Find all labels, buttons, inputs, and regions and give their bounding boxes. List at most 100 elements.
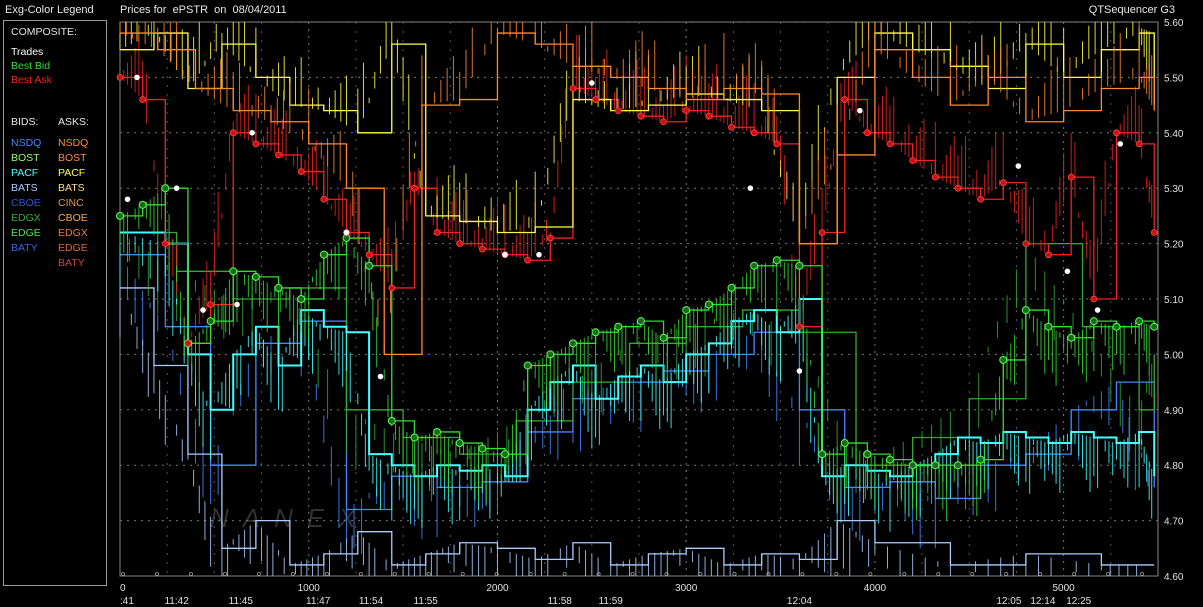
best-ask-point (909, 157, 917, 164)
best-ask-point (433, 229, 441, 236)
best-ask-point (660, 118, 667, 126)
x-tick-label: 1000 (298, 583, 321, 594)
best-bid-point (908, 461, 917, 470)
best-ask-point (1022, 240, 1030, 248)
best-ask-point (886, 140, 894, 148)
best-bid-point (433, 427, 442, 436)
y-tick-label: 4.80 (1164, 461, 1184, 472)
best-ask-point (569, 85, 577, 92)
best-bid-point (501, 450, 510, 459)
trade-point (796, 368, 803, 374)
best-ask-point (818, 229, 826, 236)
trade-point (124, 196, 131, 203)
y-tick-label: 5.40 (1164, 129, 1184, 140)
best-ask-point (773, 140, 781, 148)
time-label: 11:55 (414, 596, 439, 607)
best-bid-point (116, 211, 124, 220)
best-bid-point (953, 461, 962, 470)
trade-point (234, 301, 240, 308)
best-bid-point (365, 261, 374, 270)
time-label: 12:05 (996, 596, 1021, 607)
best-bid-point (636, 317, 645, 326)
best-ask-point (388, 284, 396, 292)
trade-point (377, 373, 384, 380)
best-bid-point (1067, 333, 1076, 342)
trade-point (249, 130, 255, 136)
best-ask-point (863, 129, 871, 137)
best-ask-point (614, 107, 622, 115)
trade-point (747, 185, 754, 191)
best-bid-point (1021, 306, 1030, 315)
y-tick-label: 5.60 (1164, 18, 1184, 29)
best-bid-point (274, 283, 283, 292)
x-tick-label: 4000 (864, 583, 887, 594)
y-tick-label: 4.90 (1164, 406, 1184, 417)
best-bid-point (1044, 322, 1053, 331)
best-bid-point (727, 283, 736, 292)
best-ask-point (931, 173, 939, 181)
best-ask-point (1045, 251, 1052, 259)
trade-point (1064, 268, 1071, 275)
time-label: 11:47 (306, 596, 331, 607)
best-ask-point (229, 129, 237, 137)
best-bid-point (297, 295, 306, 303)
best-ask-point (841, 96, 849, 103)
best-ask-point (411, 184, 418, 192)
best-ask-point (637, 112, 645, 120)
best-ask-point (1135, 140, 1143, 148)
best-bid-point (319, 250, 328, 259)
best-bid-point (138, 200, 147, 209)
trade-point (134, 74, 140, 81)
best-ask-point (750, 129, 758, 137)
trade-point (1015, 163, 1022, 169)
trade-point (343, 229, 350, 236)
trade-point (1117, 141, 1124, 147)
best-bid-point (682, 306, 691, 315)
price-chart: NANEX5.605.505.405.305.205.105.004.904.8… (116, 18, 1184, 607)
best-bid-point (523, 361, 532, 370)
best-ask-point (524, 256, 532, 264)
time-label: 11:59 (599, 596, 624, 607)
time-label: 11:58 (548, 596, 573, 607)
best-ask-point (682, 107, 690, 115)
best-ask-point (365, 251, 373, 259)
best-bid-point (840, 439, 849, 448)
best-ask-point (252, 140, 260, 148)
best-ask-point (275, 151, 282, 159)
best-bid-point (206, 317, 215, 326)
best-ask-point (1090, 295, 1098, 303)
y-tick-label: 5.10 (1164, 295, 1184, 306)
y-tick-label: 4.60 (1164, 572, 1184, 583)
best-bid-point (1150, 322, 1159, 331)
best-bid-point (704, 300, 713, 309)
y-tick-label: 5.20 (1164, 240, 1184, 251)
best-bid-point (818, 450, 827, 459)
trade-point (173, 185, 180, 191)
best-bid-point (659, 333, 668, 342)
x-tick-label: 0 (120, 583, 126, 594)
time-label: 12:04 (787, 596, 812, 607)
time-label: 12:14 (1030, 596, 1055, 607)
best-ask-point (320, 195, 328, 203)
best-ask-point (999, 179, 1007, 187)
best-bid-point (591, 328, 600, 337)
best-bid-point (1135, 317, 1144, 326)
y-tick-label: 5.30 (1164, 184, 1184, 195)
best-bid-point (546, 350, 555, 359)
best-bid-point (1112, 322, 1121, 331)
best-bid-point (772, 256, 781, 265)
best-bid-point (886, 455, 895, 464)
best-bid-point (568, 339, 577, 348)
best-ask-point (1150, 229, 1158, 236)
best-bid-point (478, 444, 487, 453)
best-bid-point (795, 261, 804, 270)
best-bid-point (410, 433, 419, 442)
best-bid-point (455, 439, 464, 448)
best-bid-point (387, 416, 396, 425)
time-label: 11:54 (359, 596, 384, 607)
y-tick-label: 5.00 (1164, 350, 1184, 361)
x-tick-label: 5000 (1053, 583, 1076, 594)
best-ask-point (1067, 173, 1075, 181)
best-bid-point (931, 461, 940, 470)
best-ask-point (705, 112, 713, 120)
